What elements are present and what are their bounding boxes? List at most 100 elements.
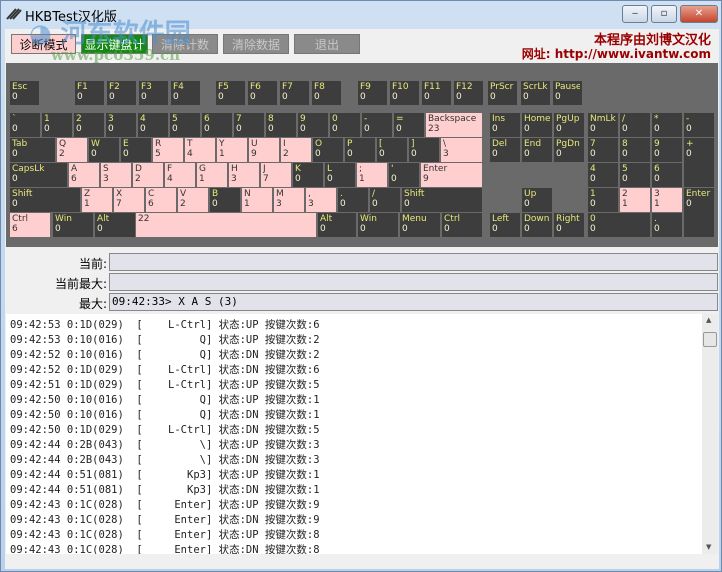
key-F2[interactable]: F2 0 [107,81,136,105]
scroll-up-icon[interactable]: ▲ [706,316,711,324]
key-9[interactable]: 90 [298,113,328,137]
key-F12[interactable]: F12 0 [454,81,483,105]
key-Right[interactable]: Right 0 [554,213,584,237]
key-U[interactable]: U9 [249,138,279,162]
key-=[interactable]: = 0 [394,113,424,137]
key-2[interactable]: 20 [74,113,104,137]
key-F1[interactable]: F1 0 [75,81,104,105]
key-P[interactable]: P0 [345,138,375,162]
key-/[interactable]: /0 [370,188,400,212]
key-Down[interactable]: Down 0 [522,213,552,237]
show-count-button[interactable]: 显示键盘计数 [81,34,148,72]
log-scrollbar[interactable]: ▲ ▼ [702,314,718,554]
key-K[interactable]: K0 [293,163,323,187]
key-Backspace[interactable]: Backspace 23 [426,113,482,137]
key-Enter[interactable]: Enter 0 [684,188,714,237]
key-3[interactable]: 30 [106,113,136,137]
key-F11[interactable]: F11 0 [422,81,451,105]
key-M[interactable]: M3 [274,188,304,212]
key-Ctrl[interactable]: Ctrl 6 [10,213,50,237]
key-I[interactable]: I2 [281,138,311,162]
key-Win[interactable]: Win 0 [358,213,398,237]
key-Home[interactable]: Home 0 [522,113,552,137]
key-4[interactable]: 40 [138,113,168,137]
key-`[interactable]: ` 0 [10,113,40,137]
key-R[interactable]: R5 [153,138,183,162]
key-G[interactable]: G1 [197,163,227,187]
key-S[interactable]: S3 [101,163,131,187]
key-[[interactable]: [0 [377,138,407,162]
diagnose-mode-button[interactable]: 诊断模式 [11,34,76,54]
key-,[interactable]: ,3 [306,188,336,212]
key-*[interactable]: * 0 [652,113,682,137]
key-F5[interactable]: F5 0 [216,81,245,105]
key-A[interactable]: A6 [69,163,99,187]
key-Shift[interactable]: Shift 0 [402,188,482,212]
scroll-down-icon[interactable]: ▼ [706,543,711,551]
key-Alt[interactable]: Alt 0 [318,213,356,237]
key-V[interactable]: V2 [178,188,208,212]
key--[interactable]: -0 [362,113,392,137]
key-6[interactable]: 60 [202,113,232,137]
key-Win[interactable]: Win 0 [53,213,93,237]
key-J[interactable]: J7 [261,163,291,187]
key-F8[interactable]: F8 0 [312,81,341,105]
key-F9[interactable]: F9 0 [358,81,387,105]
key-8[interactable]: 80 [266,113,296,137]
key-][interactable]: ] 0 [409,138,439,162]
key-T[interactable]: T4 [185,138,215,162]
key-;[interactable]: ; 1 [357,163,387,187]
key-Shift[interactable]: Shift 0 [10,188,80,212]
key-Z[interactable]: Z1 [82,188,112,212]
key-5[interactable]: 50 [620,163,650,187]
key-Menu[interactable]: Menu 0 [400,213,440,237]
key-W[interactable]: W0 [89,138,119,162]
key-3[interactable]: 31 [652,188,682,212]
key-0[interactable]: 00 [330,113,360,137]
key-F[interactable]: F4 [165,163,195,187]
key-Q[interactable]: Q2 [57,138,87,162]
minimize-button[interactable]: ‒ [622,5,648,23]
key-Left[interactable]: Left 0 [490,213,520,237]
key-Tab[interactable]: Tab 0 [10,138,55,162]
close-button[interactable]: ✕ [680,5,718,23]
key-space[interactable]: 22 [136,213,316,237]
key-F7[interactable]: F7 0 [280,81,309,105]
key-0[interactable]: 00 [588,213,650,237]
key-8[interactable]: 80 [620,138,650,162]
key-Del[interactable]: Del 0 [490,138,520,162]
key-2[interactable]: 21 [620,188,650,212]
key-Ctrl[interactable]: Ctrl 0 [442,213,482,237]
key-End[interactable]: End 0 [522,138,552,162]
key--[interactable]: -0 [684,113,714,137]
key-1[interactable]: 10 [42,113,72,137]
key-H[interactable]: H3 [229,163,259,187]
key-4[interactable]: 40 [588,163,618,187]
key-PgDn[interactable]: PgDn 0 [554,138,584,162]
key-.[interactable]: .0 [652,213,682,237]
key-F3[interactable]: F3 0 [139,81,168,105]
key-Y[interactable]: Y1 [217,138,247,162]
maximize-button[interactable]: ▫ [651,5,677,23]
exit-button[interactable]: 退出 [294,34,360,54]
key-5[interactable]: 50 [170,113,200,137]
key-NmLk[interactable]: NmLk 0 [588,113,618,137]
clear-data-button[interactable]: 清除数据 [223,34,289,54]
key-\[interactable]: \ 3 [441,138,482,162]
key-B[interactable]: B0 [210,188,240,212]
key-L[interactable]: L0 [325,163,355,187]
key-CapsLk[interactable]: CapsLk 0 [10,163,67,187]
key-7[interactable]: 70 [234,113,264,137]
key-/[interactable]: /0 [620,113,650,137]
key-.[interactable]: .0 [338,188,368,212]
key-1[interactable]: 10 [588,188,618,212]
key-Up[interactable]: Up 0 [522,188,552,212]
key-Alt[interactable]: Alt 0 [95,213,135,237]
key-F10[interactable]: F10 0 [390,81,419,105]
key-PrScr[interactable]: PrScr 0 [488,81,517,105]
key-Enter[interactable]: Enter 9 [421,163,482,187]
key-X[interactable]: X7 [114,188,144,212]
key-Esc[interactable]: Esc 0 [10,81,39,105]
key-N[interactable]: N1 [242,188,272,212]
key-F4[interactable]: F4 0 [171,81,200,105]
